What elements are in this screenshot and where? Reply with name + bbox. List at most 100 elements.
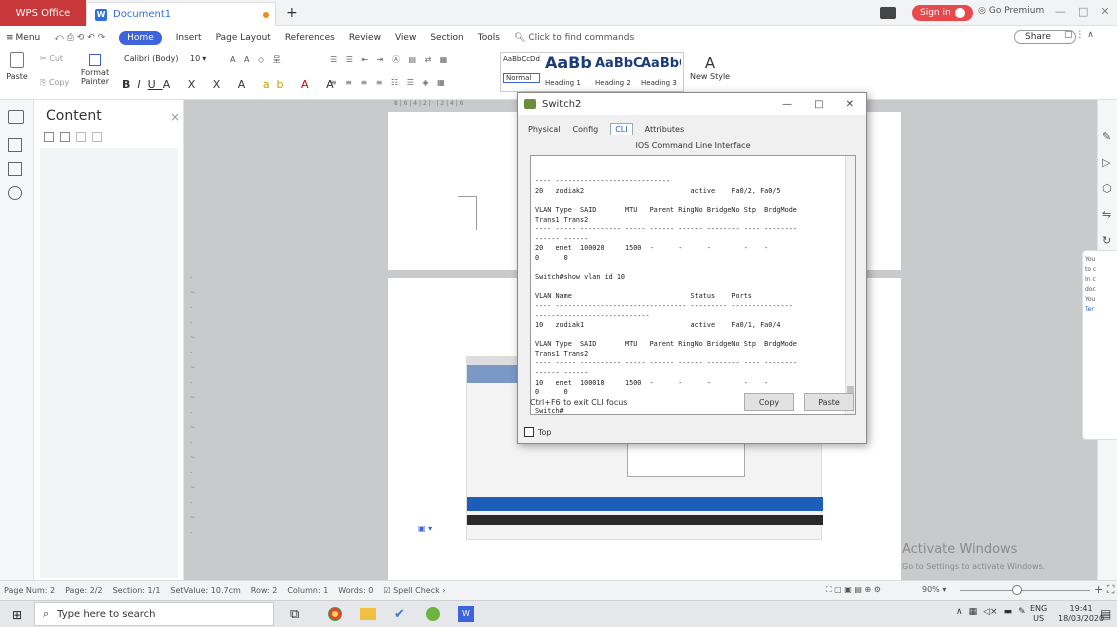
status-setvalue[interactable]: SetValue: 10.7cm [170,586,240,595]
paste-button[interactable]: Paste [804,393,854,411]
content-panel-close-button[interactable]: × [170,110,180,124]
layout-icon[interactable] [880,7,896,19]
shape-icon[interactable]: ⬡ [1102,182,1112,195]
style-normal-label: Normal [503,73,540,83]
notifications-icon[interactable]: ▤ [1100,607,1111,621]
paragraph-buttons[interactable]: ☰ ☰ ⇤ ⇥ Ⓐ ▤ ⇄ ▦ [330,54,450,65]
tray-up-icon[interactable]: ∧ [956,607,963,617]
size-select[interactable]: 10 ▾ [186,54,226,68]
zoom-slider-thumb[interactable] [1012,585,1022,595]
search-icon[interactable] [8,186,22,200]
app-icon[interactable]: ✔ [394,607,405,622]
cli-scrollbar[interactable] [845,156,855,414]
cli-console[interactable]: ---- ---------------------------- 20 zod… [530,155,856,415]
maximize-button[interactable]: □ [814,99,823,110]
tab-page-layout[interactable]: Page Layout [216,33,271,43]
chrome-icon[interactable] [328,607,342,621]
alignment-buttons[interactable]: ≡ ≡ ≡ ≡ ☷ ☰ ◈ ▦ [330,78,448,87]
tab-attributes[interactable]: Attributes [645,125,685,134]
bookmark-icon[interactable] [8,162,22,176]
close-button[interactable]: ✕ [1100,5,1109,18]
tab-physical[interactable]: Physical [528,125,561,134]
status-section[interactable]: Section: 1/1 [113,586,161,595]
paste-button[interactable]: Paste [6,52,28,81]
content-list [40,148,178,578]
menu-icon[interactable]: ≡ [6,33,14,43]
command-search[interactable]: 🔍︎ Click to find commands [514,33,648,43]
collapse-icon[interactable] [60,132,70,142]
maximize-button[interactable]: □ [1078,5,1088,18]
history-icon[interactable]: ↻ [1102,234,1111,247]
tab-cli[interactable]: CLI [610,123,633,135]
spell-check-button[interactable]: ☑ Spell Check › [383,586,445,595]
status-column[interactable]: Column: 1 [287,586,328,595]
view-mode-buttons[interactable]: ⛶ ▢ ▣ ▤ ⊕ ⚙ [826,585,881,595]
remove-icon[interactable] [92,132,102,142]
add-icon[interactable] [76,132,86,142]
zoom-level[interactable]: 90% ▾ [922,585,946,594]
tab-insert[interactable]: Insert [176,33,202,43]
image-options-icon[interactable]: ▣ ▾ [418,524,432,533]
pointer-icon[interactable]: ▷ [1102,156,1110,169]
font-style-buttons[interactable]: BIUA X X A ab A A [122,78,341,91]
adjust-icon[interactable]: ⇋ [1102,208,1111,221]
tab-section[interactable]: Section [430,33,463,43]
taskbar-search[interactable]: ⌕ Type here to search [34,602,274,626]
premium-button[interactable]: ◎ Go Premium [978,6,1044,16]
style-heading3[interactable]: AaBbC [641,56,681,71]
top-checkbox-row[interactable]: Top [524,427,552,437]
more-icons[interactable]: ▢ ⋮ ∧ [1064,30,1094,40]
margin-mark [476,196,477,230]
nav-pane-icon[interactable] [8,110,24,124]
switch-window-titlebar[interactable]: Switch2 — □ ✕ [518,93,866,115]
font-value: Calibri (Body) [124,54,179,63]
close-button[interactable]: ✕ [846,99,854,110]
network-icon[interactable]: ▬ [1004,607,1013,617]
zoom-in-icon[interactable]: + ⛶ [1094,583,1114,597]
expand-icon[interactable] [44,132,54,142]
task-view-icon[interactable]: ⧉ [290,607,299,622]
cut-button[interactable]: ✂ Cut [40,54,63,63]
tab-tools[interactable]: Tools [478,33,500,43]
zoom-slider[interactable] [960,590,1090,591]
pen-tray-icon[interactable]: ✎ [1018,607,1026,617]
outline-icon[interactable] [8,138,22,152]
tab-review[interactable]: Review [349,33,381,43]
check-icon: ☑ [383,586,394,595]
top-checkbox[interactable] [524,427,534,437]
copy-button[interactable]: Copy [744,393,794,411]
quick-access-icons[interactable]: ⤺ ⎙ ⟲ ↶ ↷ [54,33,105,43]
lang-indicator[interactable]: ENG US [1030,604,1047,624]
clock[interactable]: 19:41 18/03/2020 [1058,604,1104,624]
windows-start-icon[interactable]: ⊞ [12,608,22,622]
document-tab[interactable]: W Document1 [86,2,276,26]
status-row[interactable]: Row: 2 [251,586,278,595]
new-style-button[interactable]: A New Style [690,54,730,81]
tray-apps-icon[interactable]: ▦ [969,607,978,617]
menu-item-menu[interactable]: Menu [16,33,41,43]
volume-icon[interactable]: ◁× [983,607,997,617]
status-page-num[interactable]: Page Num: 2 [4,586,55,595]
tab-references[interactable]: References [285,33,335,43]
minimize-button[interactable]: — [782,99,792,110]
new-tab-button[interactable]: + [286,5,298,21]
status-page[interactable]: Page: 2/2 [65,586,102,595]
tab-config[interactable]: Config [573,125,599,134]
minimize-button[interactable]: — [1055,5,1066,18]
copy-button[interactable]: ⎘ Copy [40,78,69,88]
font-select[interactable]: Calibri (Body) [122,54,182,68]
tab-view[interactable]: View [395,33,416,43]
style-normal[interactable]: AaBbCcDd Normal [503,55,540,83]
style-heading2[interactable]: AaBbC [595,56,643,71]
explorer-icon[interactable] [360,608,376,620]
pen-icon[interactable]: ✎ [1102,130,1111,143]
packet-tracer-task-icon[interactable] [426,607,440,621]
status-words[interactable]: Words: 0 [338,586,373,595]
wps-task-icon[interactable]: W [458,606,474,622]
style-heading1[interactable]: AaBb [545,53,592,72]
font-grow-icons[interactable]: A A ◇ 呈 [230,54,284,65]
format-painter-button[interactable]: Format Painter [80,54,110,86]
sign-in-button[interactable]: Sign in [912,5,973,21]
tab-home[interactable]: Home [119,31,162,45]
app-tab[interactable]: WPS Office [0,0,86,26]
